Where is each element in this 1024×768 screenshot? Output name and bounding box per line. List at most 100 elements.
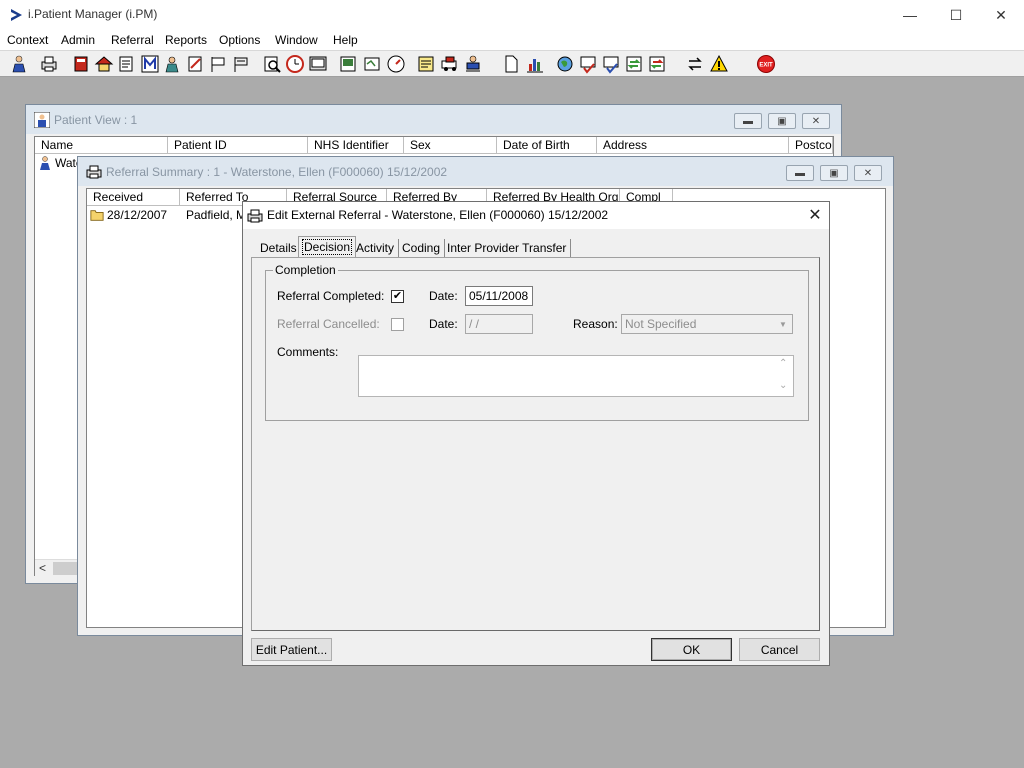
minimize-button[interactable]: ▬	[786, 165, 814, 181]
minimize-button[interactable]: ▬	[734, 113, 762, 129]
scroll-left-icon[interactable]: <	[39, 561, 46, 575]
gauge-icon[interactable]	[386, 54, 406, 74]
warning-icon[interactable]	[709, 54, 729, 74]
tab-details-label: Details	[260, 241, 297, 255]
maximize-button[interactable]: ☐	[933, 0, 979, 30]
note-icon[interactable]	[416, 54, 436, 74]
edit-external-referral-dialog: Edit External Referral - Waterstone, Ell…	[242, 201, 830, 666]
sync-icon[interactable]	[624, 54, 644, 74]
tab-details[interactable]: Details	[256, 239, 302, 257]
close-icon: ✕	[995, 6, 1007, 23]
tab-inter-provider-transfer[interactable]: Inter Provider Transfer	[443, 239, 572, 257]
doctor-icon[interactable]	[162, 54, 182, 74]
tab-coding-label: Coding	[402, 241, 441, 255]
house-icon[interactable]	[94, 54, 114, 74]
document-icon[interactable]	[362, 54, 382, 74]
column-header-date-of-birth[interactable]: Date of Birth	[497, 137, 597, 154]
menu-context[interactable]: Context	[7, 33, 48, 47]
decision-tab-panel: Completion Referral Completed: ✔ Date: 0…	[251, 257, 820, 631]
transport-icon[interactable]	[463, 54, 483, 74]
comments-textarea[interactable]: ⌃ ⌄	[358, 355, 794, 397]
edit-patient-button[interactable]: Edit Patient...	[251, 638, 332, 661]
tab-decision[interactable]: Decision	[298, 236, 357, 258]
restore-button[interactable]: ▣	[820, 165, 848, 181]
column-header-address[interactable]: Address	[597, 137, 789, 154]
exit-label: EXIT	[759, 63, 773, 69]
completion-group: Completion Referral Completed: ✔ Date: 0…	[265, 263, 809, 421]
column-header-sex[interactable]: Sex	[404, 137, 497, 154]
ok-button[interactable]: OK	[651, 638, 732, 661]
flag2-icon[interactable]	[231, 54, 251, 74]
close-button[interactable]: ✕	[978, 0, 1024, 30]
m-icon[interactable]	[140, 54, 160, 74]
checklist-icon[interactable]	[578, 54, 598, 74]
book-icon[interactable]	[71, 54, 91, 74]
minimize-icon: ▬	[795, 167, 805, 179]
clock-icon[interactable]	[285, 54, 305, 74]
reason-dropdown[interactable]: Not Specified ▼	[621, 314, 793, 334]
horizontal-scrollbar[interactable]: <	[35, 559, 79, 576]
photo-icon[interactable]	[338, 54, 358, 74]
tab-decision-label: Decision	[301, 239, 353, 255]
referral-cancelled-label: Referral Cancelled:	[277, 317, 380, 331]
restore-button[interactable]: ▣	[768, 113, 796, 129]
comments-label: Comments:	[277, 345, 339, 359]
sync2-icon[interactable]	[647, 54, 667, 74]
completion-group-label: Completion	[273, 263, 338, 277]
patient-icon	[40, 156, 50, 170]
close-icon: ✕	[811, 115, 821, 127]
table-row[interactable]: 28/12/2007 Padfield, Mr	[89, 207, 249, 224]
scroll-down-icon[interactable]: ⌄	[779, 380, 787, 391]
menu-window[interactable]: Window	[275, 33, 318, 47]
print-icon	[247, 209, 263, 223]
menu-admin[interactable]: Admin	[61, 33, 95, 47]
chevron-down-icon[interactable]: ▼	[775, 316, 791, 332]
cancelled-date-field[interactable]: / /	[465, 314, 533, 334]
close-button[interactable]: ✕	[802, 113, 830, 129]
patient-icon[interactable]	[9, 54, 29, 74]
scroll-up-icon[interactable]: ⌃	[779, 358, 787, 369]
app-logo-icon	[11, 9, 22, 21]
column-header-nhs-identifier[interactable]: NHS Identifier	[308, 137, 404, 154]
patient-view-title: Patient View : 1	[54, 113, 138, 127]
page-icon[interactable]	[501, 54, 521, 74]
minimize-button[interactable]: —	[887, 0, 933, 30]
globe-icon[interactable]	[555, 54, 575, 74]
cancel-button[interactable]: Cancel	[739, 638, 820, 661]
app-title: i.Patient Manager (i.PM)	[28, 7, 158, 21]
report-icon[interactable]	[116, 54, 136, 74]
screen-icon[interactable]	[308, 54, 328, 74]
comments-scrollbar[interactable]: ⌃ ⌄	[776, 356, 793, 396]
close-icon: ✕	[808, 207, 822, 224]
checklist2-icon[interactable]	[601, 54, 621, 74]
flag-icon[interactable]	[208, 54, 228, 74]
folder-icon	[90, 210, 104, 221]
tab-inter-provider-transfer-label: Inter Provider Transfer	[447, 241, 567, 255]
close-button[interactable]: ✕	[854, 165, 882, 181]
referral-completed-checkbox[interactable]: ✔	[391, 290, 404, 303]
column-header-postcode[interactable]: Postcod	[789, 137, 833, 154]
tab-coding[interactable]: Coding	[398, 239, 446, 257]
tab-activity-label: Activity	[356, 241, 395, 255]
switch-icon[interactable]	[685, 54, 705, 74]
print-icon[interactable]	[39, 54, 59, 74]
menu-help[interactable]: Help	[333, 33, 358, 47]
referral-cancelled-checkbox[interactable]	[391, 318, 404, 331]
dialog-close-button[interactable]: ✕	[803, 204, 827, 226]
completed-date-field[interactable]: 05/11/2008	[465, 286, 533, 306]
chart-icon[interactable]	[525, 54, 545, 74]
print-icon	[86, 165, 102, 179]
column-header-received[interactable]: Received	[87, 189, 180, 206]
scroll-thumb[interactable]	[53, 562, 77, 575]
tab-activity[interactable]: Activity	[352, 239, 400, 257]
maximize-icon: ☐	[949, 6, 963, 23]
ambulance-icon[interactable]	[440, 54, 460, 74]
edit-icon[interactable]	[185, 54, 205, 74]
menu-options[interactable]: Options	[219, 33, 260, 47]
search-icon[interactable]	[262, 54, 282, 74]
exit-button[interactable]: EXIT	[756, 54, 776, 74]
menu-referral[interactable]: Referral	[111, 33, 154, 47]
column-header-patient-id[interactable]: Patient ID	[168, 137, 308, 154]
column-header-name[interactable]: Name	[35, 137, 168, 154]
menu-reports[interactable]: Reports	[165, 33, 207, 47]
